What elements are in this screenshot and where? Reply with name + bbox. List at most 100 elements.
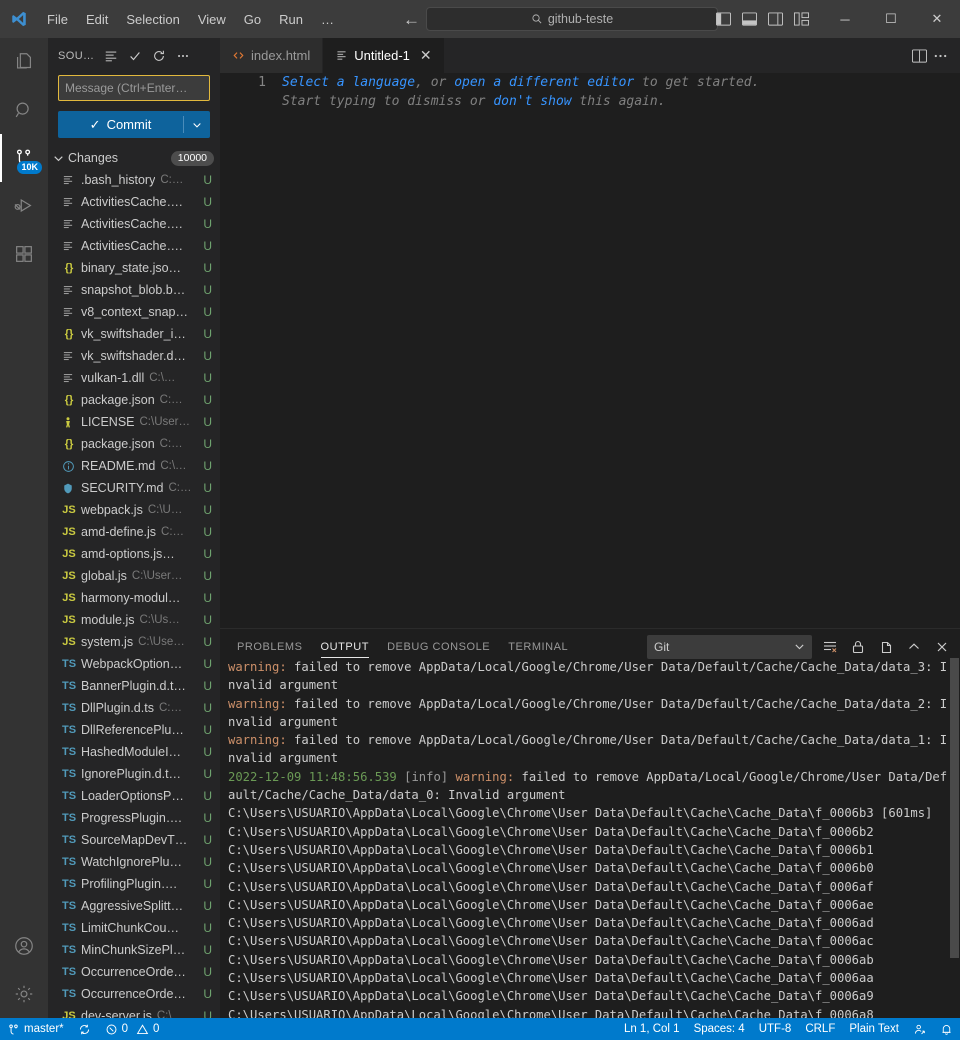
activity-run-debug[interactable] — [0, 182, 48, 230]
file-list-item[interactable]: TS ProgressPlugin…. U — [48, 807, 220, 829]
commit-check-icon[interactable] — [124, 45, 146, 67]
changes-group-header[interactable]: Changes 10000 — [48, 147, 220, 169]
tab-index-html[interactable]: index.html — [220, 38, 324, 73]
file-list-item[interactable]: JS module.js C:\Us… U — [48, 609, 220, 631]
output-channel-select[interactable]: Git — [647, 634, 812, 659]
refresh-icon[interactable] — [148, 45, 170, 67]
toggle-panel-icon[interactable] — [740, 10, 758, 28]
toggle-primary-sidebar-icon[interactable] — [714, 10, 732, 28]
file-list-item[interactable]: JS amd-options.js… U — [48, 543, 220, 565]
output-content[interactable]: warning: failed to remove AppData/Local/… — [220, 658, 960, 1018]
file-list-item[interactable]: {} binary_state.jso… U — [48, 257, 220, 279]
menu-run[interactable]: Run — [270, 0, 312, 38]
commit-button[interactable]: ✓ Commit — [58, 111, 210, 138]
activity-settings[interactable] — [0, 970, 48, 1018]
open-different-editor-link[interactable]: open a different editor — [454, 75, 634, 90]
more-actions-icon[interactable] — [933, 49, 948, 63]
file-list-item[interactable]: TS HashedModuleI… U — [48, 741, 220, 763]
activity-accounts[interactable] — [0, 922, 48, 970]
status-feedback[interactable] — [906, 1018, 933, 1040]
command-search-input[interactable]: github-teste — [426, 7, 718, 31]
status-sync[interactable] — [71, 1018, 98, 1040]
file-list-item[interactable]: JS global.js C:\User… U — [48, 565, 220, 587]
file-list-item[interactable]: JS amd-define.js C:… U — [48, 521, 220, 543]
clear-output-icon[interactable] — [820, 637, 840, 657]
hint-text: , or — [415, 75, 455, 90]
file-list-item[interactable]: TS BannerPlugin.d.t… U — [48, 675, 220, 697]
menu-go[interactable]: Go — [235, 0, 270, 38]
file-list-item[interactable]: snapshot_blob.b… U — [48, 279, 220, 301]
file-list-item[interactable]: ActivitiesCache…. U — [48, 191, 220, 213]
maximize-panel-icon[interactable] — [904, 637, 924, 657]
file-list-item[interactable]: {} vk_swiftshader_i… U — [48, 323, 220, 345]
file-list-item[interactable]: SECURITY.md C:… U — [48, 477, 220, 499]
status-branch[interactable]: master* — [0, 1018, 71, 1040]
view-as-tree-icon[interactable] — [100, 45, 122, 67]
commit-dropdown-button[interactable] — [184, 120, 210, 130]
status-eol[interactable]: CRLF — [798, 1018, 842, 1040]
file-list-item[interactable]: JS webpack.js C:\U… U — [48, 499, 220, 521]
activity-source-control[interactable]: 10K — [0, 134, 48, 182]
file-list-item[interactable]: TS ProfilingPlugin…. U — [48, 873, 220, 895]
file-list-item[interactable]: TS OccurrenceOrde… U — [48, 961, 220, 983]
customize-layout-icon[interactable] — [792, 10, 810, 28]
status-cursor-position[interactable]: Ln 1, Col 1 — [617, 1018, 687, 1040]
file-list-item[interactable]: LICENSE C:\User… U — [48, 411, 220, 433]
new-window-icon[interactable] — [876, 637, 896, 657]
file-list-item[interactable]: TS OccurrenceOrde… U — [48, 983, 220, 1005]
menu-edit[interactable]: Edit — [77, 0, 117, 38]
file-list-item[interactable]: vulkan-1.dll C:\… U — [48, 367, 220, 389]
more-actions-icon[interactable] — [172, 45, 194, 67]
close-panel-icon[interactable] — [932, 637, 952, 657]
file-list-item[interactable]: TS IgnorePlugin.d.t… U — [48, 763, 220, 785]
menu-file[interactable]: File — [38, 0, 77, 38]
activity-extensions[interactable] — [0, 230, 48, 278]
minimize-button[interactable]: ─ — [822, 0, 868, 38]
file-list-item[interactable]: ActivitiesCache…. U — [48, 235, 220, 257]
dont-show-link[interactable]: don't show — [493, 94, 571, 109]
file-list-item[interactable]: TS SourceMapDevT… U — [48, 829, 220, 851]
file-list-item[interactable]: TS DllPlugin.d.ts C:… U — [48, 697, 220, 719]
file-list-item[interactable]: ActivitiesCache…. U — [48, 213, 220, 235]
split-editor-icon[interactable] — [912, 48, 927, 63]
maximize-button[interactable]: ☐ — [868, 0, 914, 38]
changed-files-list[interactable]: .bash_history C:… U ActivitiesCache…. U Activ… — [48, 169, 220, 1018]
menu-view[interactable]: View — [189, 0, 235, 38]
file-list-item[interactable]: JS system.js C:\Use… U — [48, 631, 220, 653]
menu-more[interactable]: … — [312, 0, 343, 38]
file-list-item[interactable]: TS MinChunkSizePl… U — [48, 939, 220, 961]
file-list-item[interactable]: TS LoaderOptionsP… U — [48, 785, 220, 807]
menu-selection[interactable]: Selection — [117, 0, 188, 38]
file-list-item[interactable]: TS WatchIgnorePlu… U — [48, 851, 220, 873]
panel-scrollbar[interactable] — [950, 658, 960, 1018]
file-list-item[interactable]: TS WebpackOption… U — [48, 653, 220, 675]
status-language-mode[interactable]: Plain Text — [842, 1018, 906, 1040]
file-list-item[interactable]: TS DllReferencePlu… U — [48, 719, 220, 741]
file-list-item[interactable]: JS harmony-modul… U — [48, 587, 220, 609]
file-list-item[interactable]: {} package.json C:… U — [48, 389, 220, 411]
file-list-item[interactable]: JS dev-server.js C:\ U — [48, 1005, 220, 1018]
status-problems[interactable]: 0 0 — [98, 1018, 167, 1040]
file-list-item[interactable]: {} package.json C:… U — [48, 433, 220, 455]
commit-message-input[interactable]: Message (Ctrl+Enter… — [58, 75, 210, 101]
back-arrow-icon[interactable]: ← — [403, 11, 420, 28]
file-list-item[interactable]: README.md C:\… U — [48, 455, 220, 477]
toggle-secondary-sidebar-icon[interactable] — [766, 10, 784, 28]
lock-scroll-icon[interactable] — [848, 637, 868, 657]
activity-search[interactable] — [0, 86, 48, 134]
status-encoding[interactable]: UTF-8 — [752, 1018, 799, 1040]
select-language-link[interactable]: Select a language — [282, 75, 415, 90]
file-list-item[interactable]: TS AggressiveSplitt… U — [48, 895, 220, 917]
file-list-item[interactable]: vk_swiftshader.d… U — [48, 345, 220, 367]
tab-untitled-1[interactable]: Untitled-1 ✕ — [323, 38, 445, 73]
file-list-item[interactable]: v8_context_snap… U — [48, 301, 220, 323]
file-list-item[interactable]: .bash_history C:… U — [48, 169, 220, 191]
close-button[interactable]: ✕ — [914, 0, 960, 38]
file-list-item[interactable]: TS LimitChunkCou… U — [48, 917, 220, 939]
close-icon[interactable]: ✕ — [420, 47, 432, 64]
activity-explorer[interactable] — [0, 38, 48, 86]
editor-content[interactable]: 1 Select a language, or open a different… — [220, 73, 960, 628]
status-indentation[interactable]: Spaces: 4 — [687, 1018, 752, 1040]
scrollbar-thumb[interactable] — [950, 658, 959, 958]
status-notifications[interactable] — [933, 1018, 960, 1040]
